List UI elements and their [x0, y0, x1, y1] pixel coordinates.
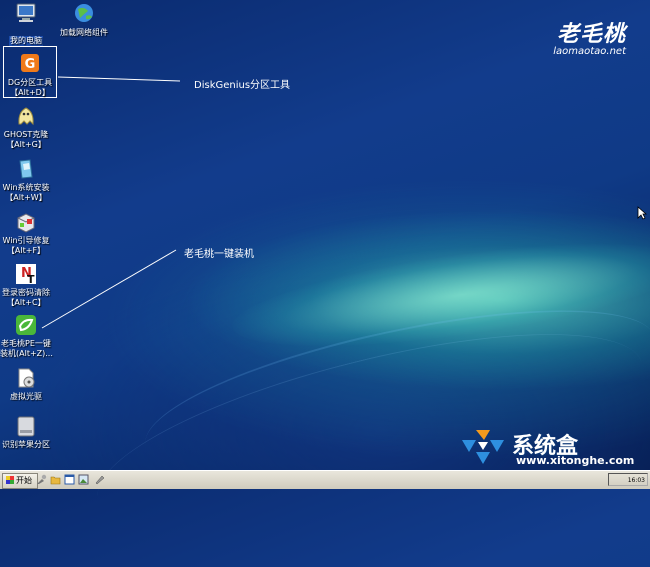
- start-label: 开始: [16, 476, 32, 485]
- tray-clock: 16:03: [627, 477, 645, 484]
- quicklaunch-window-icon[interactable]: [64, 474, 75, 485]
- quicklaunch-pen-icon[interactable]: [94, 474, 105, 485]
- start-button[interactable]: 开始: [2, 473, 38, 489]
- windows-logo-icon: [6, 476, 14, 484]
- xitonghe-logo-icon: [462, 430, 504, 464]
- mouse-cursor-icon: [637, 206, 647, 220]
- quicklaunch-image-icon[interactable]: [78, 474, 89, 485]
- callout-diskgenius: DiskGenius分区工具: [194, 80, 291, 91]
- system-tray: 16:03: [608, 473, 648, 486]
- callout-line-oneclick: [41, 249, 177, 329]
- callout-line-diskgenius: [57, 76, 181, 82]
- taskbar: 开始 16:03: [0, 470, 650, 489]
- brand-url: www.xitonghe.com: [516, 454, 635, 467]
- quicklaunch-tool-icon[interactable]: [36, 474, 47, 485]
- xitonghe-watermark: 系统盒 www.xitonghe.com: [456, 428, 646, 468]
- callout-lines: [41, 76, 181, 329]
- quicklaunch-folder-icon[interactable]: [50, 474, 61, 485]
- callout-oneclick: 老毛桃一键装机: [184, 249, 254, 260]
